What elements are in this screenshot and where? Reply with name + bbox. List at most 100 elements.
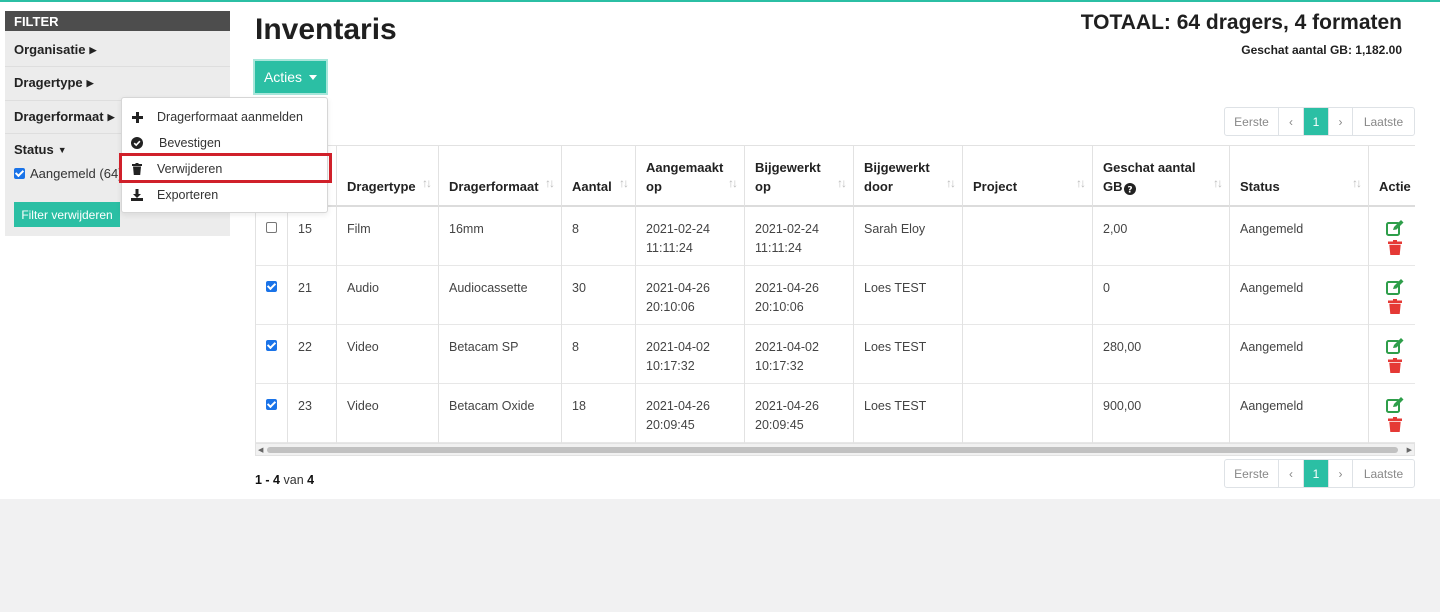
status-cell: Aangemeld bbox=[1230, 325, 1369, 384]
sort-icon: ↑↓ bbox=[946, 176, 956, 190]
svg-text:?: ? bbox=[1127, 186, 1132, 196]
updated-value: 2021-04-26 20:10:06 bbox=[755, 281, 819, 314]
select-cell bbox=[256, 384, 288, 443]
row-checkbox[interactable] bbox=[266, 340, 277, 351]
row-checkbox[interactable] bbox=[266, 222, 277, 233]
column-header-aantal[interactable]: Aantal ↑↓ bbox=[562, 146, 636, 207]
pagination-last[interactable]: Laatste bbox=[1353, 460, 1414, 487]
column-header-actie: Actie bbox=[1369, 146, 1415, 207]
updated-cell: 2021-04-26 20:10:06 bbox=[745, 266, 854, 325]
amount-cell: 8 bbox=[562, 207, 636, 266]
pagination-last[interactable]: Laatste bbox=[1353, 108, 1414, 135]
updated-cell: 2021-04-26 20:09:45 bbox=[745, 384, 854, 443]
pagination-bottom: Eerste ‹ 1 › Laatste bbox=[1224, 459, 1415, 488]
updated-by-cell: Loes TEST bbox=[854, 266, 963, 325]
action-cell bbox=[1369, 207, 1415, 266]
menu-item-dragerformaat-aanmelden[interactable]: Dragerformaat aanmelden bbox=[122, 105, 327, 129]
filter-section-label: Dragertype bbox=[14, 75, 83, 90]
column-header-label: Actie bbox=[1379, 179, 1411, 194]
column-header-bijgewerkt-door[interactable]: Bijgewerkt door ↑↓ bbox=[854, 146, 963, 207]
delete-icon[interactable] bbox=[1388, 240, 1402, 261]
horizontal-scrollbar[interactable]: ◀ ▶ bbox=[255, 443, 1415, 456]
plus-icon bbox=[131, 111, 143, 123]
status-checkbox[interactable] bbox=[14, 168, 25, 179]
updated-by-cell: Sarah Eloy bbox=[854, 207, 963, 266]
caret-right-icon: ▶ bbox=[86, 78, 94, 88]
result-range: 1 - 4 bbox=[255, 473, 281, 487]
sort-icon: ↑↓ bbox=[1213, 176, 1223, 190]
created-value: 2021-04-26 20:09:45 bbox=[646, 399, 710, 432]
delete-icon[interactable] bbox=[1388, 358, 1402, 379]
clear-filter-button[interactable]: Filter verwijderen bbox=[14, 202, 120, 227]
filter-section-status[interactable]: Status ▼ bbox=[14, 142, 67, 157]
updated-cell: 2021-02-24 11:11:24 bbox=[745, 207, 854, 266]
actions-menu: Dragerformaat aanmelden Bevestigen Verwi… bbox=[121, 97, 328, 213]
pagination-prev[interactable]: ‹ bbox=[1279, 460, 1304, 487]
column-header-dragertype[interactable]: Dragertype ↑↓ bbox=[337, 146, 439, 207]
delete-icon[interactable] bbox=[1388, 299, 1402, 320]
column-header-aangemaakt-op[interactable]: Aangemaakt op ↑↓ bbox=[636, 146, 745, 207]
created-cell: 2021-02-24 11:11:24 bbox=[636, 207, 745, 266]
pagination-first[interactable]: Eerste bbox=[1225, 108, 1279, 135]
menu-item-bevestigen[interactable]: Bevestigen bbox=[122, 131, 327, 155]
created-cell: 2021-04-26 20:09:45 bbox=[636, 384, 745, 443]
gb-cell: 280,00 bbox=[1093, 325, 1230, 384]
column-header-status[interactable]: Status ↑↓ bbox=[1230, 146, 1369, 207]
filter-section-label: Organisatie bbox=[14, 42, 86, 57]
updated-value: 2021-04-26 20:09:45 bbox=[755, 399, 819, 432]
column-header-label: Aantal bbox=[572, 179, 612, 194]
updated-value: 2021-02-24 11:11:24 bbox=[755, 222, 819, 255]
column-header-bijgewerkt-op[interactable]: Bijgewerkt op ↑↓ bbox=[745, 146, 854, 207]
pagination-page[interactable]: 1 bbox=[1304, 460, 1329, 487]
row-checkbox[interactable] bbox=[266, 281, 277, 292]
pagination-next[interactable]: › bbox=[1329, 108, 1353, 135]
row-checkbox[interactable] bbox=[266, 399, 277, 410]
filter-section-dragerformaat[interactable]: Dragerformaat ▶ bbox=[14, 109, 115, 124]
type-cell: Audio bbox=[337, 266, 439, 325]
action-cell bbox=[1369, 266, 1415, 325]
type-cell: Video bbox=[337, 325, 439, 384]
download-icon bbox=[131, 189, 143, 201]
filter-section-label: Dragerformaat bbox=[14, 109, 104, 124]
result-total: 4 bbox=[307, 473, 315, 487]
pagination-first[interactable]: Eerste bbox=[1225, 460, 1279, 487]
help-icon[interactable]: ? bbox=[1124, 181, 1136, 200]
column-header-label: Project bbox=[973, 179, 1018, 194]
select-cell bbox=[256, 325, 288, 384]
column-header-project[interactable]: Project ↑↓ bbox=[963, 146, 1093, 207]
column-header-label: Bijgewerkt op bbox=[755, 160, 821, 194]
amount-cell: 30 bbox=[562, 266, 636, 325]
pagination-top: Eerste ‹ 1 › Laatste bbox=[1224, 107, 1415, 136]
filter-section-organisatie[interactable]: Organisatie ▶ bbox=[14, 42, 96, 57]
page-title: Inventaris bbox=[255, 13, 397, 46]
menu-item-verwijderen[interactable]: Verwijderen bbox=[122, 157, 327, 181]
filter-status-aangemeld[interactable]: Aangemeld (64) bbox=[14, 166, 123, 181]
pagination-page[interactable]: 1 bbox=[1304, 108, 1329, 135]
updated-cell: 2021-04-02 10:17:32 bbox=[745, 325, 854, 384]
filter-section-dragertype[interactable]: Dragertype ▶ bbox=[14, 75, 94, 90]
column-header-geschat-aantal-gb[interactable]: Geschat aantal GB? ↑↓ bbox=[1093, 146, 1230, 207]
scroll-right-icon[interactable]: ▶ bbox=[1407, 446, 1412, 454]
format-cell: 16mm bbox=[439, 207, 562, 266]
updated-by-cell: Loes TEST bbox=[854, 384, 963, 443]
result-count: 1 - 4 van 4 bbox=[255, 473, 314, 487]
menu-item-exporteren[interactable]: Exporteren bbox=[122, 183, 327, 207]
scrollbar-thumb[interactable] bbox=[267, 447, 1398, 453]
caret-right-icon: ▶ bbox=[107, 112, 115, 122]
actions-button[interactable]: Acties bbox=[253, 59, 328, 95]
pagination-next[interactable]: › bbox=[1329, 460, 1353, 487]
scroll-left-icon[interactable]: ◀ bbox=[258, 446, 263, 454]
pagination-prev[interactable]: ‹ bbox=[1279, 108, 1304, 135]
menu-item-label: Dragerformaat aanmelden bbox=[157, 110, 303, 124]
content-area: FILTER Organisatie ▶ Dragertype ▶ Dragerfo… bbox=[0, 2, 1440, 499]
delete-icon[interactable] bbox=[1388, 417, 1402, 438]
sort-icon: ↑↓ bbox=[837, 176, 847, 190]
created-value: 2021-04-26 20:10:06 bbox=[646, 281, 710, 314]
column-header-dragerformaat[interactable]: Dragerformaat ↑↓ bbox=[439, 146, 562, 207]
project-cell bbox=[963, 266, 1093, 325]
sort-icon: ↑↓ bbox=[1076, 176, 1086, 190]
sort-icon: ↑↓ bbox=[728, 176, 738, 190]
project-cell bbox=[963, 384, 1093, 443]
updated-value: 2021-04-02 10:17:32 bbox=[755, 340, 819, 373]
select-cell bbox=[256, 207, 288, 266]
